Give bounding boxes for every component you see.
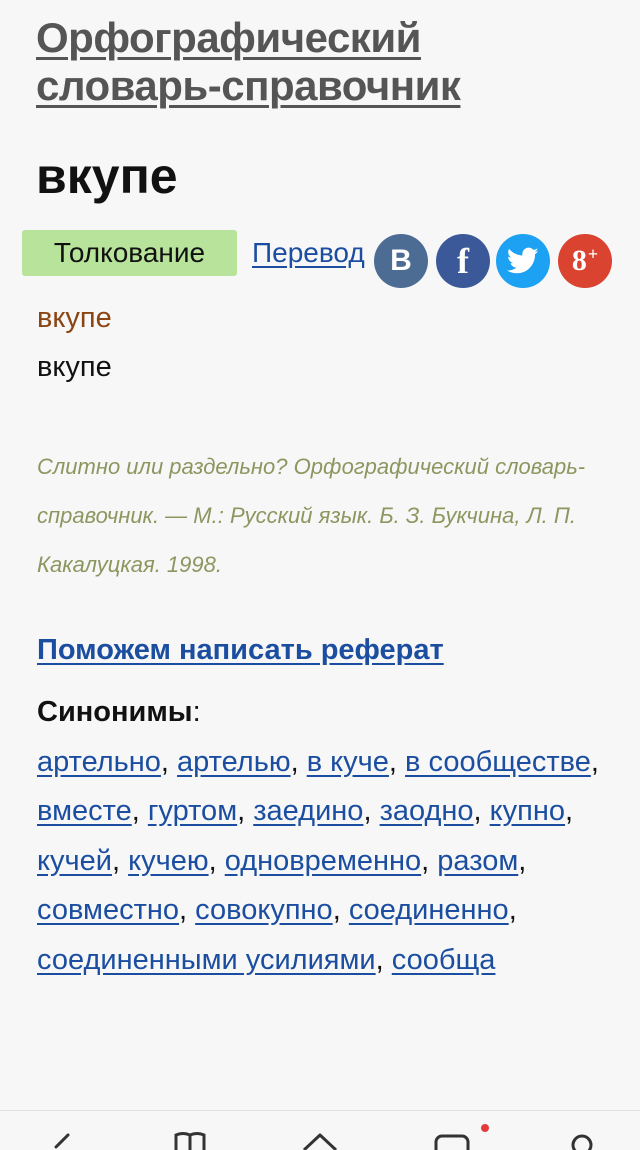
synonym-link[interactable]: в куче	[307, 746, 389, 778]
synonym-link[interactable]: купно	[490, 795, 565, 827]
tabs-icon[interactable]	[432, 1131, 472, 1150]
tab-interpretation[interactable]: Толкование	[22, 230, 237, 276]
vk-share-button[interactable]: В	[374, 234, 428, 288]
synonym-link[interactable]: сообща	[392, 944, 496, 976]
page-content: Орфографический словарь-справочник вкупе…	[0, 0, 640, 1110]
profile-icon[interactable]	[562, 1131, 602, 1150]
synonym-link[interactable]: в сообществе	[405, 746, 591, 778]
synonym-link[interactable]: совокупно	[195, 894, 333, 926]
synonym-link[interactable]: заодно	[380, 795, 474, 827]
facebook-share-button[interactable]: f	[436, 234, 490, 288]
entry-word: вкупе	[37, 302, 112, 334]
tab-translation[interactable]: Перевод	[252, 230, 365, 276]
source-citation: Слитно или раздельно? Орфографический сл…	[37, 454, 586, 577]
synonym-link[interactable]: разом	[437, 845, 518, 877]
facebook-icon: f	[457, 241, 469, 281]
bottom-navigation-bar	[0, 1110, 640, 1150]
google-plus-share-button[interactable]: 8+	[558, 234, 612, 288]
dictionary-title[interactable]: Орфографический словарь-справочник	[36, 14, 616, 110]
synonym-link[interactable]: гуртом	[148, 795, 237, 827]
synonym-link[interactable]: кучей	[37, 845, 112, 877]
synonym-link[interactable]: соединенными усилиями	[37, 944, 376, 976]
back-icon[interactable]	[42, 1131, 82, 1150]
synonyms-label: Синонимы	[37, 696, 193, 728]
synonym-link[interactable]: артелью	[177, 746, 291, 778]
synonym-link[interactable]: совместно	[37, 894, 179, 926]
synonym-link[interactable]: артельно	[37, 746, 161, 778]
headword: вкупе	[36, 148, 178, 204]
referat-link[interactable]: Поможем написать реферат	[37, 630, 444, 670]
synonym-link[interactable]: вместе	[37, 795, 132, 827]
synonyms-block: Синонимы: артельно, артелью, в куче, в с…	[37, 696, 599, 976]
home-icon[interactable]	[300, 1131, 340, 1150]
notification-dot	[481, 1124, 489, 1132]
twitter-icon	[507, 247, 539, 274]
google-plus-icon: 8+	[571, 244, 599, 277]
tabs-row: Толкование Перевод В f 8+	[22, 230, 622, 288]
bookmarks-icon[interactable]	[170, 1131, 210, 1150]
synonym-link[interactable]: соединенно	[349, 894, 509, 926]
synonym-link[interactable]: кучею	[128, 845, 209, 877]
twitter-share-button[interactable]	[496, 234, 550, 288]
vk-icon: В	[390, 244, 412, 277]
synonym-link[interactable]: одновременно	[225, 845, 421, 877]
synonym-link[interactable]: заедино	[253, 795, 363, 827]
entry-text: вкупе	[37, 351, 112, 383]
